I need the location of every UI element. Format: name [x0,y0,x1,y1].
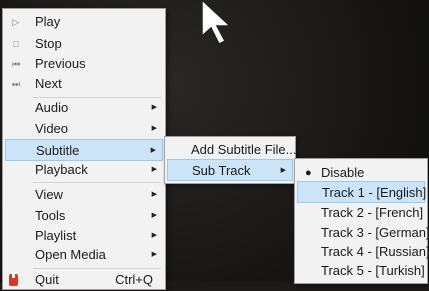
menu-item-playback[interactable]: Playback ▶ [5,159,163,181]
submenu-arrow-icon: ▶ [151,251,157,258]
submenu-arrow-icon: ▶ [151,212,157,219]
menu-item-track-1[interactable]: Track 1 - [English] [297,181,427,203]
play-icon: ▷ [12,17,20,27]
menu-item-view[interactable]: View ▶ [5,184,163,206]
previous-icon: ⏮ [11,59,21,69]
submenu-arrow-icon: ▶ [151,104,157,111]
menu-item-audio[interactable]: Audio ▶ [5,97,163,119]
menu-item-label: Sub Track [192,163,251,178]
subtitle-submenu: Add Subtitle File... Sub Track ▶ [164,136,297,184]
menu-item-stop[interactable]: □ Stop [5,33,163,55]
menu-item-video[interactable]: Video ▶ [5,118,163,140]
menu-item-open-media[interactable]: Open Media ▶ [5,244,163,266]
menu-item-label: Track 5 - [Turkish] [321,263,425,278]
menu-item-tools[interactable]: Tools ▶ [5,205,163,227]
menu-item-label: Video [35,121,69,136]
menu-item-label: Previous [35,56,86,71]
quit-icon [9,272,18,286]
submenu-arrow-icon: ▶ [151,125,157,132]
submenu-arrow-icon: ▶ [280,167,286,174]
menu-item-label: Open Media [35,247,106,262]
menu-item-next[interactable]: ⏭ Next [5,73,163,95]
menu-item-label: Stop [35,36,62,51]
menu-item-label: Play [35,14,61,29]
mouse-cursor-icon [201,0,232,46]
submenu-arrow-icon: ▶ [151,166,157,173]
menu-item-play[interactable]: ▷ Play [5,11,163,33]
menu-item-label: Next [35,76,62,91]
menu-item-label: Track 1 - [English] [322,185,427,200]
next-icon: ⏭ [11,79,21,89]
menu-item-track-2[interactable]: Track 2 - [French] [297,202,425,224]
menu-separator [33,182,161,183]
menu-item-previous[interactable]: ⏮ Previous [5,53,163,75]
menu-item-label: Track 2 - [French] [321,205,424,220]
sub-track-submenu: ● Disable Track 1 - [English] Track 2 - … [294,158,429,284]
submenu-arrow-icon: ▶ [151,191,157,198]
menu-item-label: View [35,187,63,202]
menu-item-track-5[interactable]: Track 5 - [Turkish] [297,260,425,282]
menu-item-quit[interactable]: Quit Ctrl+Q [5,269,163,291]
menu-item-shortcut: Ctrl+Q [115,272,153,287]
menu-item-label: Tools [35,208,66,223]
menu-item-label: Quit [35,272,59,287]
main-context-menu: ▷ Play □ Stop ⏮ Previous ⏭ Next Audio ▶ … [2,8,166,290]
menu-item-label: Playback [35,162,88,177]
menu-item-sub-track[interactable]: Sub Track ▶ [167,159,293,181]
menu-item-add-subtitle-file[interactable]: Add Subtitle File... [167,139,297,161]
menu-item-subtitle[interactable]: Subtitle ▶ [5,139,163,161]
stop-icon: □ [13,39,19,49]
menu-item-label: Audio [35,100,69,115]
menu-item-label: Add Subtitle File... [191,142,297,157]
